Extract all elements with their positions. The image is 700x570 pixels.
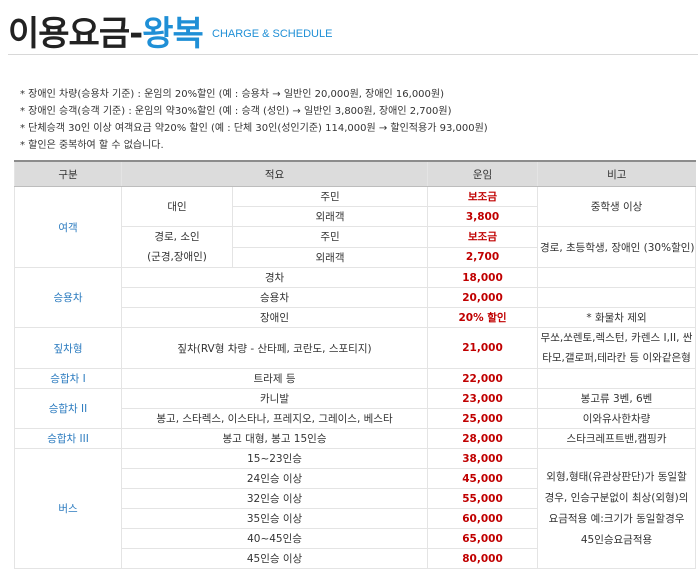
vehicle-label: 경차 [120,267,429,288]
senior-resident: 주민 [231,226,429,248]
vehicle-label: 트라제 등 [120,368,429,389]
vehicle-label: 짚차(RV형 차량 - 산타페, 코란도, 스포티지) [120,327,429,369]
remark-cell: * 화물차 제외 [537,307,697,328]
fare-cell: 보조금 [427,226,539,248]
page-title: 이용요금-왕복 [8,14,204,54]
fare-cell: 25,000 [427,408,539,429]
table-row: 버스 15~23인승 38,000 외형,형태(유관상판단)가 동일할 경우, … [14,448,697,569]
category-van-2: 승합차 II [14,388,122,429]
page-subtitle: CHARGE & SCHEDULE [212,28,333,40]
senior-visitor: 외래객 [231,246,429,268]
fare-cell: 18,000 [427,267,539,288]
col-header-category: 구분 [14,160,122,187]
col-header-fare: 운임 [427,160,538,187]
col-header-description: 적요 [120,160,428,187]
table-row: 승합차 III 봉고 대형, 봉고 15인승 28,000 스타크레프트밴,캠핑… [14,428,697,449]
vehicle-label: 장애인 [120,307,429,328]
table-row: 짚차형 짚차(RV형 차량 - 산타페, 코란도, 스포티지) 21,000 무… [14,327,697,369]
remark-cell: 봉고류 3벤, 6벤 [537,388,697,409]
vehicle-label: 카니발 [120,388,429,409]
remark-cell [537,287,697,308]
note-line: * 단체승객 30인 이상 여객요금 약20% 할인 (예 : 단체 30인(성… [20,123,488,134]
category-van-1: 승합차 I [14,368,122,389]
col-header-remarks: 비고 [537,160,696,187]
fare-cell: 보조금 [427,186,539,207]
remark-cell: 중학생 이상 [537,186,697,227]
fare-cell: 20% 할인 [427,307,539,328]
fare-cell: 3,800 [427,206,539,227]
fare-cell: 2,700 [427,246,539,268]
vehicle-label: 15~23인승 [120,448,429,469]
vehicle-label: 24인승 이상 [120,468,429,489]
vehicle-label: 35인승 이상 [120,508,429,529]
remark-cell: 경로, 초등학생, 장애인 (30%할인) [537,226,697,268]
passenger-adult: 대인 [121,186,233,227]
remark-cell: 무쏘,쏘렌토,렉스턴, 카렌스 I,II, 싼타모,갤로퍼,테라칸 등 이와같은… [537,327,697,369]
fare-cell: 55,000 [427,488,539,509]
category-car: 승용차 [14,267,122,328]
fare-cell: 23,000 [427,388,539,409]
vehicle-label: 봉고 대형, 봉고 15인승 [120,428,429,449]
fare-cell: 22,000 [427,368,539,389]
table-row: 승합차 II 카니발 23,000 봉고류 3벤, 6벤 [14,388,697,429]
note-line: * 할인은 중복하여 할 수 없습니다. [20,140,164,151]
fare-cell: 21,000 [427,327,539,369]
header-divider [8,54,698,55]
vehicle-label: 승용차 [120,287,429,308]
remark-cell: 이와유사한차량 [537,408,697,429]
table-row: 승합차 I 트라제 등 22,000 [14,368,697,389]
category-bus: 버스 [14,448,122,569]
fare-cell: 28,000 [427,428,539,449]
category-rv: 짚차형 [14,327,122,369]
note-line: * 장애인 승객(승객 기준) : 운임의 약30%할인 (예 : 승객 (성인… [20,106,452,117]
remark-cell: 외형,형태(유관상판단)가 동일할 경우, 인승구분없이 최상(외형)의 요금적… [537,448,697,569]
table-row: 승용차 경차 18,000 [14,267,697,328]
vehicle-label: 32인승 이상 [120,488,429,509]
fare-cell: 65,000 [427,528,539,549]
passenger-senior: 경로, 소인 (군경,장애인) [121,226,233,268]
vehicle-label: 45인승 이상 [120,548,429,569]
remark-cell [537,267,697,288]
page-title-accent: 왕복 [142,14,204,54]
note-line: * 장애인 차량(승용차 기준) : 운임의 20%할인 (예 : 승용차 → … [20,89,445,100]
table-header-row: 구분 적요 운임 비고 [14,160,696,187]
fare-cell: 60,000 [427,508,539,529]
fare-cell: 45,000 [427,468,539,489]
passenger-resident: 주민 [231,186,429,207]
category-van-3: 승합차 III [14,428,122,449]
fare-cell: 38,000 [427,448,539,469]
remark-cell: 스타크레프트밴,캠핑카 [537,428,697,449]
remark-cell [537,368,697,389]
fare-table: 구분 적요 운임 비고 여객 대인 주민 보조금 중학생 이상 외래객 3,80… [14,160,697,569]
table-row: 여객 대인 주민 보조금 중학생 이상 [14,186,697,268]
category-passenger: 여객 [14,186,122,268]
vehicle-label: 40~45인승 [120,528,429,549]
passenger-visitor: 외래객 [231,206,429,227]
vehicle-label: 봉고, 스타렉스, 이스타나, 프레지오, 그레이스, 베스타 [120,408,429,429]
fare-notes: * 장애인 차량(승용차 기준) : 운임의 20%할인 (예 : 승용차 → … [20,86,700,154]
fare-cell: 20,000 [427,287,539,308]
page-header: 이용요금-왕복 CHARGE & SCHEDULE [8,6,698,55]
fare-cell: 80,000 [427,548,539,569]
